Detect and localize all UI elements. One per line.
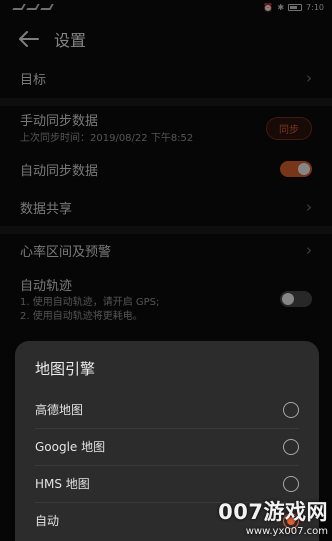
dialog-title: 地图引擎 xyxy=(35,360,96,378)
watermark-url: www.yx007.com xyxy=(245,526,328,537)
option-amap[interactable]: 高德地图 xyxy=(15,391,319,428)
option-google[interactable]: Google 地图 xyxy=(15,428,319,465)
option-label: Google 地图 xyxy=(35,440,106,454)
watermark: 007游戏网 www.yx007.com xyxy=(218,496,328,537)
option-label: 高德地图 xyxy=(35,403,84,417)
option-label: HMS 地图 xyxy=(35,477,90,491)
watermark-logo: 007游戏网 xyxy=(218,500,328,524)
option-label: 自动 xyxy=(35,514,60,528)
radio-button[interactable] xyxy=(283,475,299,492)
radio-button[interactable] xyxy=(283,401,299,418)
radio-button[interactable] xyxy=(283,438,299,455)
